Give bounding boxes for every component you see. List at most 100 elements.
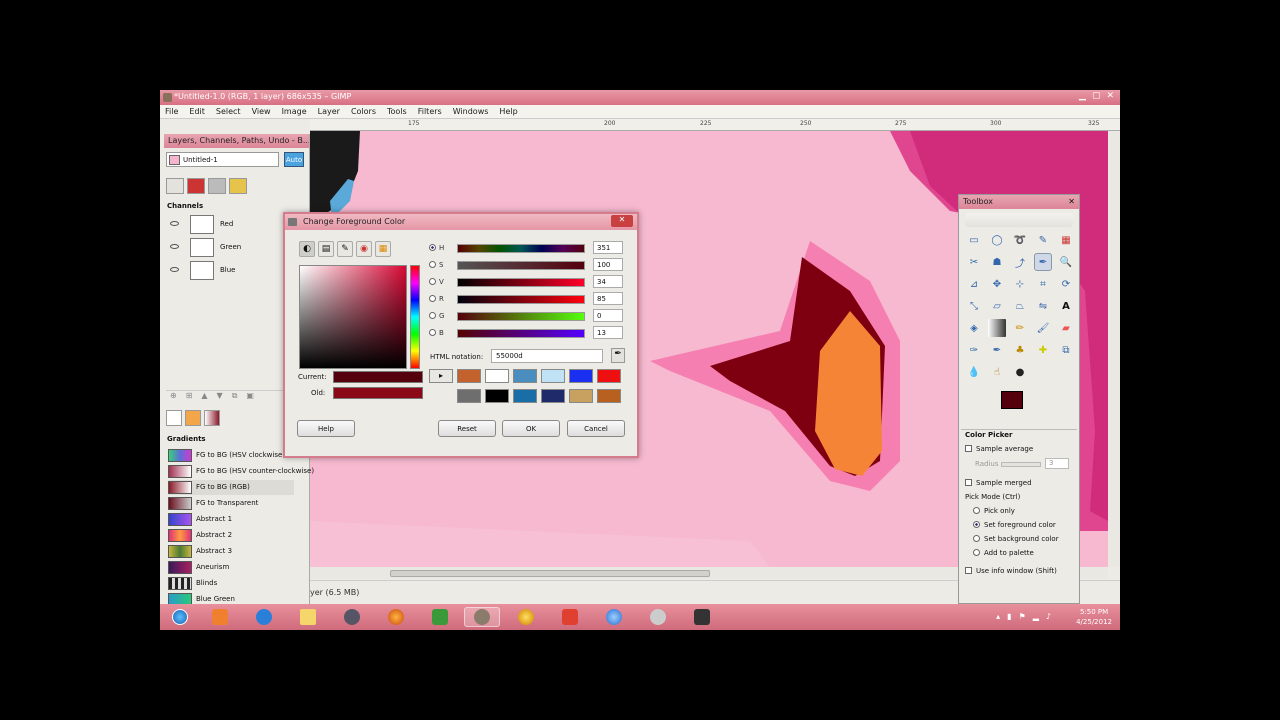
mode-add-to-palette[interactable]: Add to palette: [973, 549, 1034, 557]
flip-icon[interactable]: ⇋: [1034, 297, 1052, 315]
gradient-item[interactable]: Abstract 3: [168, 544, 294, 559]
gradients-tab-icon[interactable]: [204, 410, 220, 426]
smudge-icon[interactable]: ☝: [988, 363, 1006, 381]
blend-icon[interactable]: [988, 319, 1006, 337]
perspective-icon[interactable]: ⏢: [1011, 297, 1029, 315]
radio[interactable]: [429, 261, 436, 268]
taskbar-app[interactable]: [378, 607, 414, 627]
pencil-icon[interactable]: ✏: [1011, 319, 1029, 337]
cancel-button[interactable]: Cancel: [567, 420, 625, 437]
history-swatch[interactable]: [513, 389, 537, 403]
menu-layer[interactable]: Layer: [313, 105, 346, 116]
history-swatch[interactable]: [513, 369, 537, 383]
taskbar-app[interactable]: [684, 607, 720, 627]
radio[interactable]: [973, 507, 980, 514]
radio[interactable]: [429, 244, 436, 251]
history-swatch[interactable]: [597, 389, 621, 403]
eye-icon[interactable]: [170, 244, 179, 249]
measure-icon[interactable]: ⊿: [965, 275, 983, 293]
taskbar-app[interactable]: [552, 607, 588, 627]
b-value[interactable]: 13: [593, 326, 623, 339]
minimize-button[interactable]: ▁: [1079, 91, 1086, 101]
r-slider[interactable]: [457, 295, 585, 304]
undo-tab-icon[interactable]: [229, 178, 247, 194]
color-select-icon[interactable]: ▦: [1057, 231, 1075, 249]
menu-image[interactable]: Image: [277, 105, 313, 116]
radio[interactable]: [973, 535, 980, 542]
sample-average-option[interactable]: Sample average: [965, 445, 1033, 453]
foreground-select-icon[interactable]: ☗: [988, 253, 1006, 271]
rotate-icon[interactable]: ⟳: [1057, 275, 1075, 293]
close-button[interactable]: ✕: [1106, 91, 1114, 101]
radio[interactable]: [429, 312, 436, 319]
auto-button[interactable]: Auto: [284, 152, 304, 167]
cmyk-selector-icon[interactable]: ▤: [318, 241, 334, 257]
foreground-color-swatch[interactable]: [1001, 391, 1023, 409]
heal-icon[interactable]: ✚: [1034, 341, 1052, 359]
radio[interactable]: [973, 549, 980, 556]
checkbox[interactable]: [965, 445, 972, 452]
gradient-item[interactable]: FG to BG (HSV clockwise hue): [168, 448, 300, 463]
menu-tools[interactable]: Tools: [382, 105, 413, 116]
history-swatch[interactable]: [541, 389, 565, 403]
eyedropper-icon[interactable]: ✒: [611, 348, 625, 363]
text-icon[interactable]: A: [1057, 297, 1075, 315]
tray-volume-icon[interactable]: ♪: [1046, 612, 1058, 621]
taskbar-app[interactable]: [334, 607, 370, 627]
radius-slider[interactable]: [1001, 462, 1041, 467]
start-button[interactable]: [162, 607, 198, 627]
radio[interactable]: [429, 295, 436, 302]
brushes-tab-icon[interactable]: [166, 410, 182, 426]
tray-network-icon[interactable]: ▂: [1033, 612, 1046, 621]
channels-tab-icon[interactable]: [187, 178, 205, 194]
align-icon[interactable]: ⊹: [1011, 275, 1029, 293]
gradient-item[interactable]: Abstract 2: [168, 528, 294, 543]
bucket-fill-icon[interactable]: ◈: [965, 319, 983, 337]
v-value[interactable]: 34: [593, 275, 623, 288]
h-slider[interactable]: [457, 244, 585, 253]
menu-view[interactable]: View: [247, 105, 277, 116]
h-channel[interactable]: H: [429, 244, 444, 252]
gradient-item[interactable]: Abstract 1: [168, 512, 294, 527]
channel-row[interactable]: Red: [164, 214, 279, 235]
taskbar-app[interactable]: [596, 607, 632, 627]
html-notation-input[interactable]: 55000d: [491, 349, 603, 363]
taskbar-app[interactable]: [640, 607, 676, 627]
channel-row[interactable]: Green: [164, 237, 279, 258]
help-button[interactable]: Help: [297, 420, 355, 437]
watercolor-selector-icon[interactable]: ✎: [337, 241, 353, 257]
taskbar-app[interactable]: [202, 607, 238, 627]
mode-set-foreground[interactable]: Set foreground color: [973, 521, 1056, 529]
taskbar-app[interactable]: [508, 607, 544, 627]
history-swatch[interactable]: [457, 389, 481, 403]
gradient-item[interactable]: Blue Green: [168, 592, 294, 604]
tray-device-icon[interactable]: ▮: [1007, 612, 1018, 621]
history-swatch[interactable]: [597, 369, 621, 383]
free-select-icon[interactable]: ➰: [1011, 231, 1029, 249]
menu-windows[interactable]: Windows: [448, 105, 495, 116]
g-slider[interactable]: [457, 312, 585, 321]
r-value[interactable]: 85: [593, 292, 623, 305]
tray-flag-icon[interactable]: ⚑: [1019, 612, 1033, 621]
s-value[interactable]: 100: [593, 258, 623, 271]
blur-icon[interactable]: 💧: [965, 363, 983, 381]
b-slider[interactable]: [457, 329, 585, 338]
tray-arrow-icon[interactable]: ▴: [996, 612, 1007, 621]
dialog-close-button[interactable]: ✕: [611, 215, 633, 227]
ok-button[interactable]: OK: [502, 420, 560, 437]
hue-strip[interactable]: [410, 265, 420, 369]
s-channel[interactable]: S: [429, 261, 443, 269]
gradient-item[interactable]: FG to BG (HSV counter-clockwise): [168, 464, 314, 479]
radius-value[interactable]: 3: [1045, 458, 1069, 469]
r-channel[interactable]: R: [429, 295, 444, 303]
history-swatch[interactable]: [541, 369, 565, 383]
eraser-icon[interactable]: ▰: [1057, 319, 1075, 337]
taskbar-app[interactable]: [246, 607, 282, 627]
perspective-clone-icon[interactable]: ⧉: [1057, 341, 1075, 359]
gradient-item[interactable]: Aneurism: [168, 560, 294, 575]
patterns-tab-icon[interactable]: [185, 410, 201, 426]
radio[interactable]: [429, 329, 436, 336]
history-swatch[interactable]: [569, 389, 593, 403]
taskbar-app[interactable]: [422, 607, 458, 627]
shear-icon[interactable]: ▱: [988, 297, 1006, 315]
